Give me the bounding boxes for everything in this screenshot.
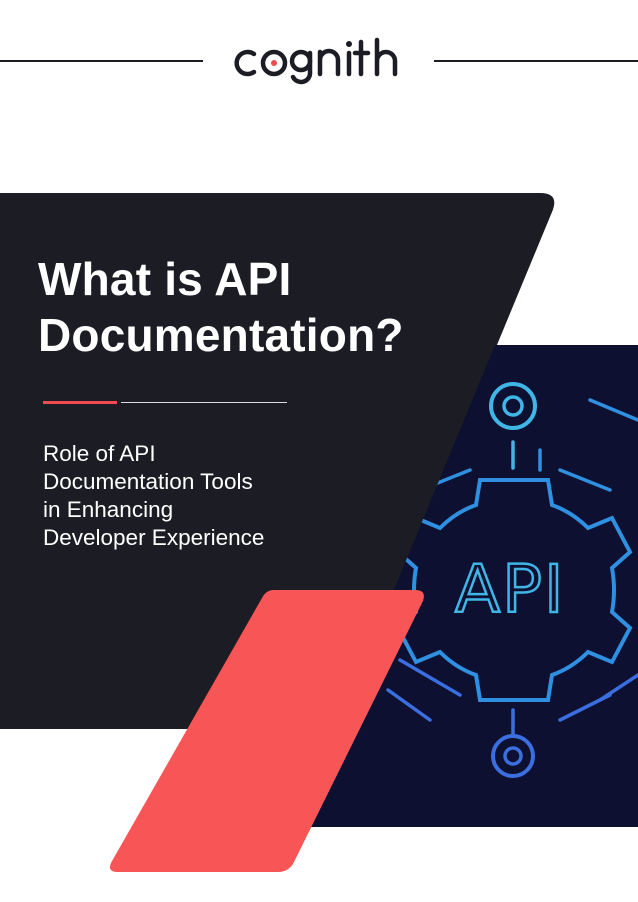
subtitle-line-2: Documentation Tools: [43, 469, 253, 494]
subtitle-line-4: Developer Experience: [43, 525, 265, 550]
subtitle-line-1: Role of API: [43, 441, 156, 466]
title-line-2: Documentation?: [38, 309, 404, 361]
page-title: What is API Documentation?: [38, 251, 478, 363]
title-line-1: What is API: [38, 253, 292, 305]
cover-page: API What is API Documentation? Role of A…: [0, 0, 638, 902]
subtitle-line-3: in Enhancing: [43, 497, 174, 522]
title-divider: [121, 402, 287, 403]
accent-divider: [43, 401, 117, 404]
page-subtitle: Role of API Documentation Tools in Enhan…: [43, 440, 363, 552]
